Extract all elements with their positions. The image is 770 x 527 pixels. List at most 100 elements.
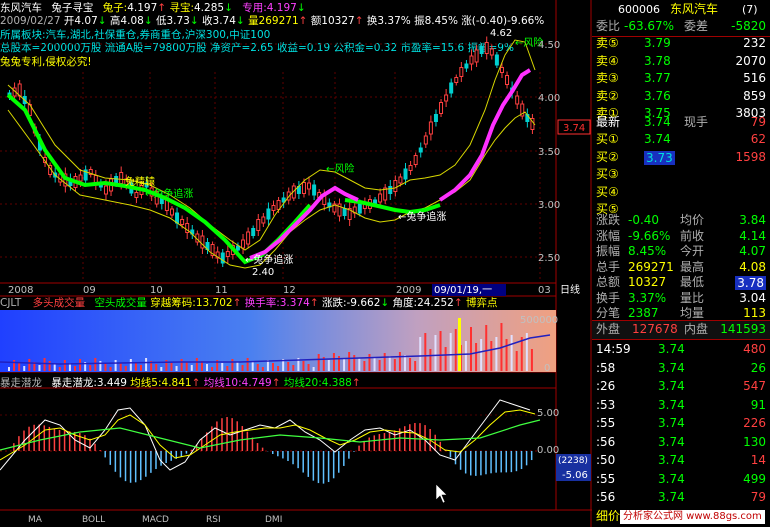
candle-body [439,102,444,114]
macd-bar [129,451,132,483]
ask-level-label: 卖④ [596,53,619,68]
tick-volume: 480 [743,342,766,356]
macd-header: 暴走潜龙 暴走潜龙:3.449 均线5:4.841↑ 均线10:4.749↑ 均… [0,377,361,389]
candle-body [433,114,438,122]
macd-bar [241,426,244,451]
macd-indicator-name[interactable]: 暴走潜龙 [0,377,42,389]
macd-bar [236,421,238,451]
macd-bar [312,451,315,481]
tick-price: 3.74 [658,360,685,375]
ma20-line [0,419,541,451]
tick-row: :56 3.74 79 [592,489,770,507]
date-axis: 2008 09 10 11 12 2009 09/01/19,一 03 [8,284,551,296]
volume-bar [302,361,305,371]
candle-body [241,239,246,249]
turnover-label: 换手率:3.374 [244,297,310,309]
candle-body [423,135,428,145]
volume-bar [18,363,21,371]
bear-volume-label: 空头成交量 [94,297,147,309]
macd-bar [134,451,137,483]
macd-bar [409,424,411,451]
volume-bar [449,333,452,371]
change-label: 涨跌:-9.662 [321,297,381,309]
watermark: 分析家公式网 www.88gs.com [620,510,765,524]
candle-body [403,168,408,180]
volume-bar [43,358,46,371]
volume-bar [175,366,178,371]
tick-row: :50 3.74 14 [592,452,770,470]
candle-body [449,82,454,94]
volume-bar [348,352,351,371]
bid-volume: 1598 [735,149,766,164]
volume-bar [160,367,163,371]
macd-bar [84,435,86,451]
macd-bar [383,433,386,451]
macd-bar [140,451,142,481]
game-point-label: 博弈点 [465,297,498,309]
svg-text:0: 0 [544,363,550,374]
macd-bar [272,451,274,455]
ask-volume: 2070 [735,53,766,68]
high-price-label: 4.62 [490,28,512,39]
volume-bar [439,331,442,371]
volume-bar [99,361,102,371]
tab-macd[interactable]: MACD [142,515,169,525]
macd-value-label: 暴走潜龙:3.449 [51,377,127,389]
stock-badge: (7) [742,3,758,16]
candle-body [408,165,413,171]
volume-bar [13,360,16,371]
volume-bar [79,359,82,371]
period-daily-label[interactable]: 日线 [560,283,580,296]
tab-boll[interactable]: BOLL [82,515,105,525]
macd-bar [393,430,396,451]
macd-bar [302,451,304,473]
upper-band-line [7,39,536,251]
tick-time: :56 [596,434,616,449]
volume-bar [287,362,290,371]
ask-row: 卖③ 3.77 516 [592,70,770,88]
volume-bar [211,367,214,371]
macd-bar [373,435,376,451]
svg-text:03: 03 [538,285,551,296]
macd-bar [485,451,487,475]
tab-rsi[interactable]: RSI [206,515,221,525]
volume-bar [515,351,518,371]
macd-bar [48,426,51,451]
volume-bar [170,363,173,371]
macd-bar [282,451,284,459]
tab-dmi[interactable]: DMI [265,515,282,525]
current-price-tag-text: 3.74 [563,123,585,134]
macd-bar [170,451,172,461]
candle-body [469,55,474,65]
bid-row: 买① 3.74 62 [592,131,770,149]
svg-text:3.00: 3.00 [538,200,560,211]
macd-bar [378,434,381,451]
chart-canvas[interactable]: 4.62 ←风险 ←风险 兔精辕 ←兔争追涨 ←兔争追涨 ←兔争追涨 2.40 … [0,0,592,527]
macd-bar [43,425,46,451]
bid-row: 买② 3.73 1598 [592,149,770,167]
macd-bar [155,451,157,470]
bid-level-label: 买① [596,132,619,146]
bid-volume: 62 [750,132,766,146]
tab-ma[interactable]: MA [28,515,42,525]
ask-row: 卖④ 3.78 2070 [592,53,770,71]
stat-value: 3.78 [735,276,766,290]
volume-bar [378,360,381,371]
macd-bar [368,437,370,451]
volume-indicator-name[interactable]: CJLT [0,297,21,309]
volume-bar [241,365,244,371]
volume-bar [353,355,356,371]
macd-bar [353,451,355,452]
volume-bar [317,354,320,371]
candle-body [499,67,504,73]
volume-bar [327,360,330,371]
price-gridlines [0,43,556,258]
volume-bar [404,355,406,371]
macd-bar [515,451,518,472]
volume-bar [312,367,315,371]
macd-bar [307,451,310,477]
candle-body [413,155,418,165]
detail-label[interactable]: 细价 [596,508,620,526]
macd-bar [464,451,467,474]
tick-time: :55 [596,416,616,430]
